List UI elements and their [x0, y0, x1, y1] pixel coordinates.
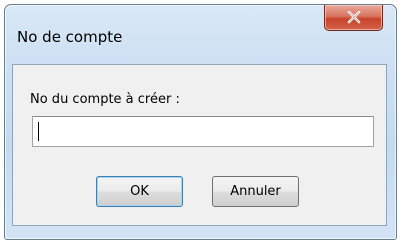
window-title: No de compte — [17, 28, 123, 46]
account-number-label: No du compte à créer : — [30, 92, 180, 107]
close-icon — [347, 11, 361, 24]
cancel-button[interactable]: Annuler — [212, 176, 299, 207]
title-bar[interactable]: No de compte — [5, 5, 396, 45]
text-caret — [38, 122, 39, 141]
ok-button[interactable]: OK — [96, 176, 183, 207]
close-button[interactable] — [324, 5, 383, 31]
account-number-input[interactable] — [32, 116, 374, 147]
